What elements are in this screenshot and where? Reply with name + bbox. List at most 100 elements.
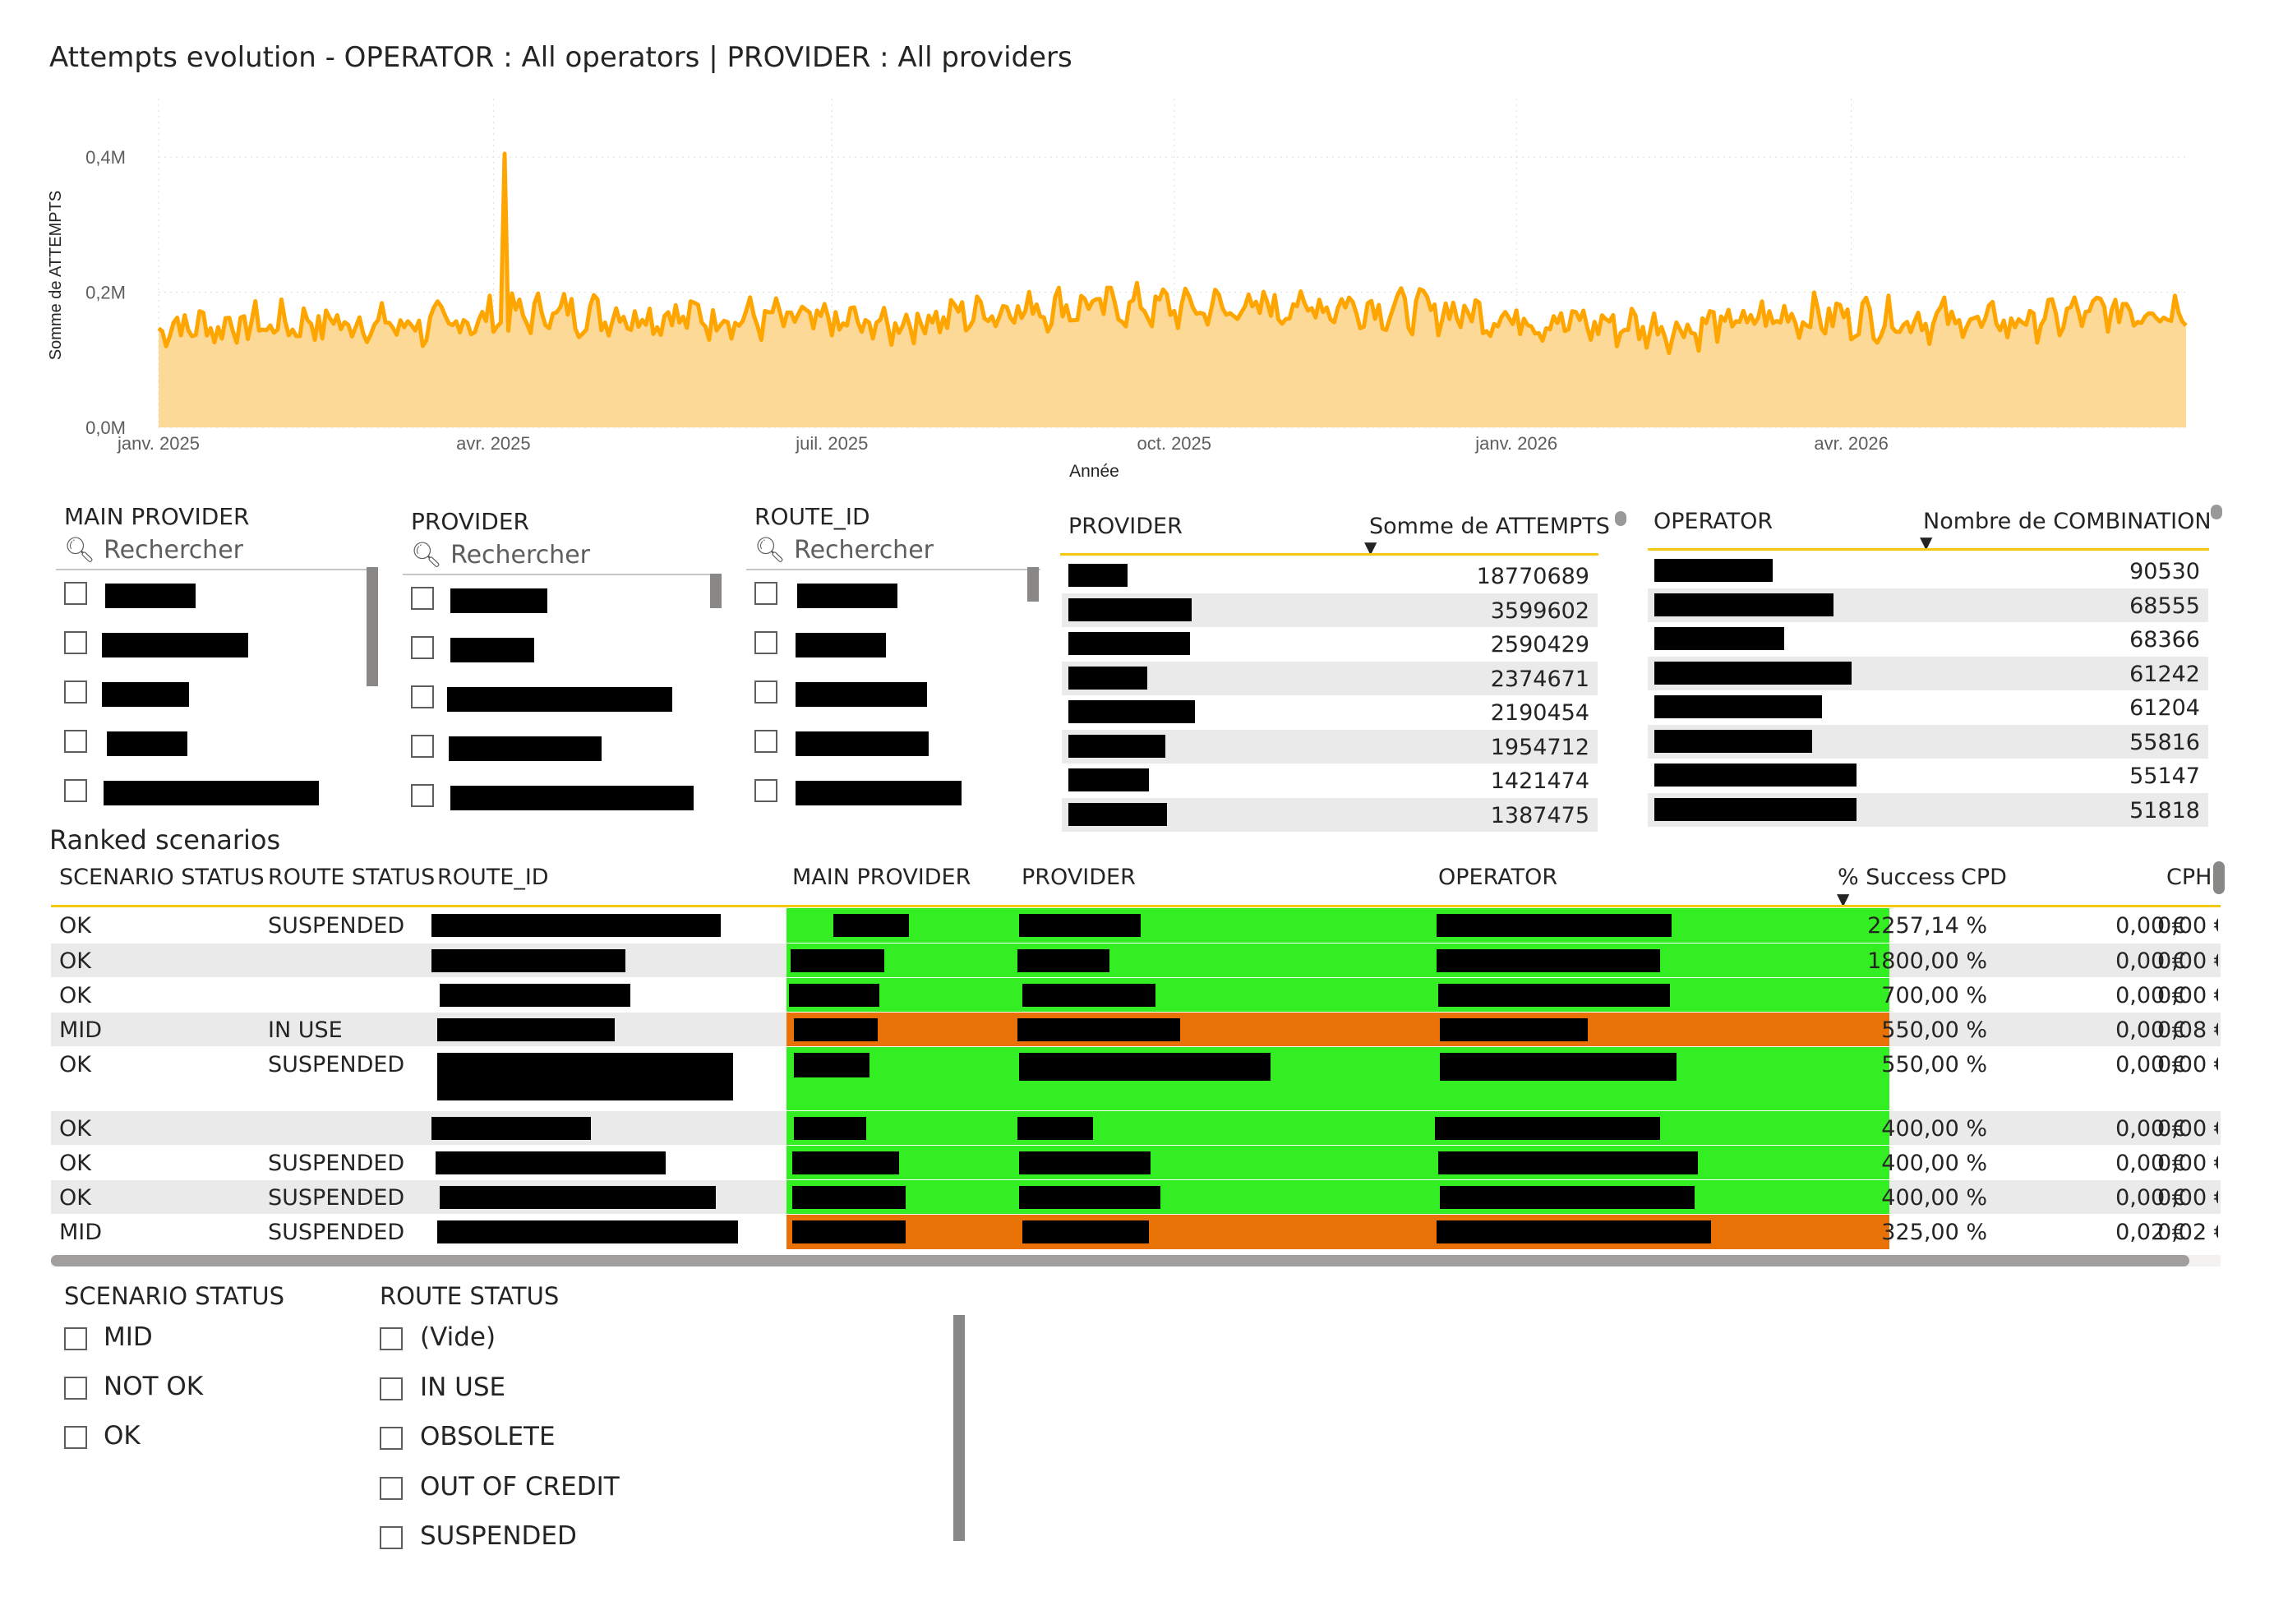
- main-provider-checkbox[interactable]: [64, 779, 87, 802]
- ranked-row[interactable]: MID IN USE 550,00 % 0,00 € 0,08 €: [51, 1013, 2221, 1046]
- main-provider-checkbox[interactable]: [64, 582, 87, 605]
- ranked-row[interactable]: OK SUSPENDED 2257,14 % 0,00 € 0,00 €: [51, 908, 2221, 943]
- route-status-checkbox[interactable]: [380, 1327, 403, 1350]
- redacted-provider: [1017, 949, 1109, 972]
- cph-value: 0,02 €: [2157, 1220, 2218, 1245]
- route-status-option[interactable]: SUSPENDED: [420, 1521, 577, 1551]
- provider-table-col-attempts[interactable]: Somme de ATTEMPTS: [1369, 514, 1610, 539]
- provider-table-col-provider[interactable]: PROVIDER: [1068, 514, 1183, 539]
- col-header-scenario-status[interactable]: SCENARIO STATUS: [59, 865, 265, 890]
- ranked-row[interactable]: OK 400,00 % 0,00 € 0,00 €: [51, 1111, 2221, 1145]
- redacted-route-id: [440, 984, 630, 1007]
- redacted-value: [796, 781, 962, 805]
- operator-table-row[interactable]: 55816: [1648, 724, 2208, 759]
- operator-table-row[interactable]: 55147: [1648, 759, 2208, 792]
- scenario-status-option[interactable]: MID: [104, 1322, 153, 1352]
- search-placeholder: Rechercher: [794, 536, 934, 565]
- provider-checkbox[interactable]: [411, 685, 434, 708]
- attempts-value: 2190454: [1490, 700, 1589, 726]
- redacted-value: [1068, 666, 1147, 690]
- route-status-option[interactable]: OBSOLETE: [420, 1422, 556, 1451]
- col-header-main-provider[interactable]: MAIN PROVIDER: [792, 865, 971, 890]
- provider-table-row[interactable]: 1387475: [1062, 797, 1598, 832]
- provider-table-row[interactable]: 1421474: [1062, 764, 1598, 797]
- route-status-checkbox[interactable]: [380, 1476, 403, 1500]
- route-id-checkbox[interactable]: [754, 631, 777, 654]
- ranked-table-vscrollbar[interactable]: [2213, 861, 2225, 894]
- provider-checkbox[interactable]: [411, 735, 434, 758]
- route-status-option[interactable]: IN USE: [420, 1373, 505, 1402]
- route-id-checkbox[interactable]: [754, 582, 777, 605]
- provider-slicer-scrollbar[interactable]: [710, 574, 722, 608]
- redacted-value: [450, 786, 694, 810]
- operator-table-row[interactable]: 90530: [1648, 554, 2208, 588]
- redacted-value: [1654, 593, 1833, 616]
- provider-slicer-title: PROVIDER: [411, 508, 530, 535]
- provider-checkbox[interactable]: [411, 784, 434, 807]
- route-status-checkbox[interactable]: [380, 1427, 403, 1450]
- provider-table-row[interactable]: 3599602: [1062, 593, 1598, 627]
- main-provider-checkbox[interactable]: [64, 681, 87, 704]
- main-provider-search-input[interactable]: 🔍︎ Rechercher: [64, 536, 243, 565]
- provider-checkbox[interactable]: [411, 587, 434, 610]
- route-status-option[interactable]: (Vide): [420, 1322, 496, 1352]
- col-header-operator[interactable]: OPERATOR: [1438, 865, 1557, 890]
- route-status-checkbox[interactable]: [380, 1526, 403, 1549]
- redacted-value: [1068, 564, 1128, 587]
- scenario-status-checkbox[interactable]: [64, 1426, 87, 1449]
- provider-table-row[interactable]: 18770689: [1062, 559, 1598, 593]
- operator-table-row[interactable]: 61242: [1648, 656, 2208, 690]
- route-id-search-input[interactable]: 🔍︎ Rechercher: [754, 536, 934, 565]
- provider-table-row[interactable]: 1954712: [1062, 729, 1598, 764]
- operator-table-col-operator[interactable]: OPERATOR: [1654, 509, 1773, 534]
- col-header-cph[interactable]: CPH: [2166, 865, 2212, 890]
- col-header-route-status[interactable]: ROUTE STATUS: [268, 865, 435, 890]
- ranked-row[interactable]: OK 700,00 % 0,00 € 0,00 €: [51, 978, 2221, 1012]
- operator-table-scrollbar[interactable]: [2211, 505, 2222, 519]
- provider-table-scrollbar[interactable]: [1615, 511, 1626, 526]
- redacted-route-id: [440, 1186, 716, 1209]
- scenario-status-option[interactable]: OK: [104, 1421, 141, 1451]
- operator-table-col-combination[interactable]: Nombre de COMBINATION: [1923, 509, 2212, 534]
- col-header-cpd[interactable]: CPD: [1961, 865, 2007, 890]
- ranked-table-hscrollbar[interactable]: [51, 1255, 2189, 1266]
- scenario-status-checkbox[interactable]: [64, 1377, 87, 1400]
- provider-search-input[interactable]: 🔍︎ Rechercher: [411, 541, 590, 570]
- route-status-checkbox[interactable]: [380, 1377, 403, 1400]
- col-header-route-id[interactable]: ROUTE_ID: [437, 865, 549, 890]
- operator-table-row[interactable]: 68555: [1648, 588, 2208, 622]
- main-provider-checkbox[interactable]: [64, 631, 87, 654]
- redacted-value: [796, 633, 886, 657]
- route-status-scrollbar[interactable]: [953, 1315, 965, 1541]
- redacted-value: [1068, 632, 1190, 655]
- route-status-value: IN USE: [268, 1017, 343, 1043]
- scenario-status-option[interactable]: NOT OK: [104, 1372, 203, 1401]
- operator-table-row[interactable]: 61204: [1648, 690, 2208, 724]
- operator-table-row[interactable]: 68366: [1648, 622, 2208, 656]
- col-header-provider[interactable]: PROVIDER: [1022, 865, 1136, 890]
- provider-table-row[interactable]: 2374671: [1062, 661, 1598, 695]
- main-provider-checkbox[interactable]: [64, 730, 87, 753]
- ranked-row[interactable]: OK SUSPENDED 550,00 % 0,00 € 0,00 €: [51, 1047, 2221, 1110]
- provider-table-row[interactable]: 2590429: [1062, 627, 1598, 661]
- redacted-value: [450, 588, 547, 613]
- main-provider-slicer-scrollbar[interactable]: [367, 567, 378, 686]
- route-id-slicer-scrollbar[interactable]: [1027, 567, 1039, 602]
- ranked-row[interactable]: MID SUSPENDED 325,00 % 0,02 € 0,02 €: [51, 1215, 2221, 1249]
- ranked-row[interactable]: OK 1800,00 % 0,00 € 0,00 €: [51, 943, 2221, 977]
- route-status-option[interactable]: OUT OF CREDIT: [420, 1472, 620, 1502]
- col-header-success[interactable]: % Success: [1838, 865, 1955, 890]
- combination-value: 51818: [2129, 797, 2200, 824]
- operator-table-row[interactable]: 51818: [1648, 792, 2208, 827]
- provider-checkbox[interactable]: [411, 636, 434, 659]
- route-id-checkbox[interactable]: [754, 681, 777, 704]
- ranked-row[interactable]: OK SUSPENDED 400,00 % 0,00 € 0,00 €: [51, 1180, 2221, 1214]
- scenario-status-checkbox[interactable]: [64, 1327, 87, 1350]
- provider-table-row[interactable]: 2190454: [1062, 695, 1598, 729]
- redacted-main-provider: [792, 1220, 906, 1243]
- ranked-row[interactable]: OK SUSPENDED 400,00 % 0,00 € 0,00 €: [51, 1146, 2221, 1179]
- route-id-checkbox[interactable]: [754, 779, 777, 802]
- cph-value: 0,00 €: [2157, 1151, 2218, 1176]
- redacted-main-provider: [794, 1018, 878, 1041]
- route-id-checkbox[interactable]: [754, 730, 777, 753]
